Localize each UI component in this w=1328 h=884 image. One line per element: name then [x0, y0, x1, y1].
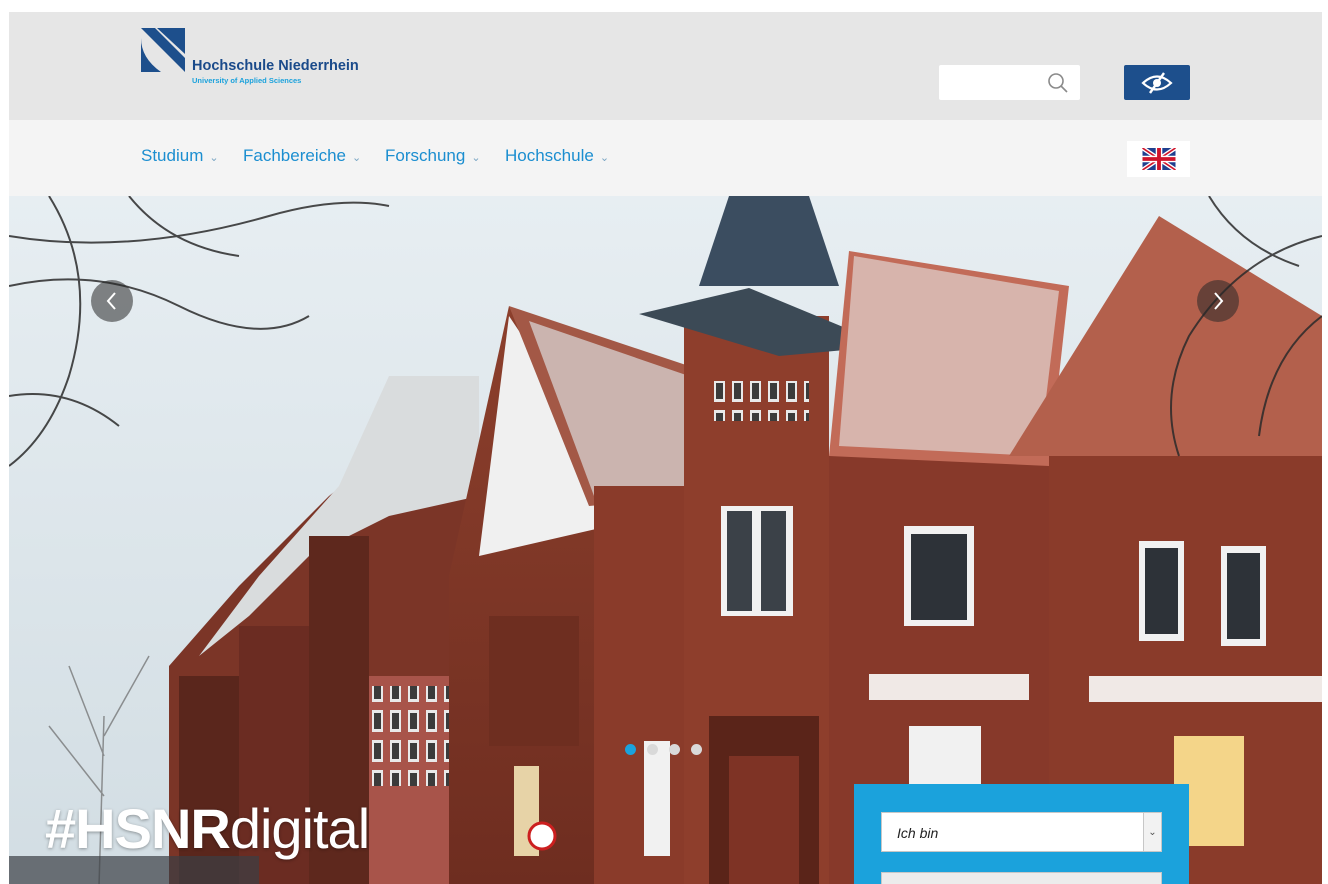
chevron-left-icon [106, 292, 116, 310]
search-input[interactable] [939, 65, 1039, 100]
search-box [939, 65, 1080, 100]
carousel-dot-2[interactable] [647, 744, 658, 755]
carousel-next-button[interactable] [1197, 280, 1239, 322]
carousel-indicators [625, 744, 702, 755]
nav-item-studium[interactable]: Studium ⌄ [141, 146, 219, 166]
nav-item-label: Forschung [385, 146, 466, 165]
carousel-prev-button[interactable] [91, 280, 133, 322]
nav-item-label: Fachbereiche [243, 146, 347, 165]
logo-mark-icon [141, 28, 185, 72]
hashtag-bold: #HSNR [45, 797, 231, 860]
chevron-right-icon [1214, 292, 1224, 310]
chevron-down-icon: ⌄ [599, 151, 610, 164]
hero-hashtag: #HSNRdigital [45, 796, 370, 861]
target-group-select[interactable]: Ich bin ⌄ [881, 812, 1162, 852]
chevron-down-icon: ⌄ [471, 151, 481, 164]
second-select[interactable] [881, 872, 1162, 884]
main-nav: Studium ⌄ Fachbereiche ⌄ Forschung ⌄ Hoc… [9, 120, 1322, 196]
nav-item-forschung[interactable]: Forschung ⌄ [385, 146, 481, 166]
nav-item-hochschule[interactable]: Hochschule ⌄ [505, 146, 609, 166]
logo-subtitle: University of Applied Sciences [192, 76, 302, 85]
page: Hochschule Niederrhein University of App… [9, 12, 1322, 884]
search-icon[interactable] [1046, 71, 1070, 95]
accessibility-button[interactable] [1124, 65, 1190, 100]
chevron-down-icon: ⌄ [1143, 813, 1161, 851]
nav-item-label: Hochschule [505, 146, 594, 165]
header-top: Hochschule Niederrhein University of App… [9, 12, 1322, 120]
chevron-down-icon: ⌄ [209, 151, 219, 164]
hashtag-light: digital [229, 797, 370, 860]
logo-name: Hochschule Niederrhein [192, 58, 359, 74]
chevron-down-icon: ⌄ [352, 151, 362, 164]
logo[interactable]: Hochschule Niederrhein University of App… [141, 28, 381, 85]
eye-slash-icon [1141, 71, 1173, 94]
select-value: Ich bin [897, 825, 939, 841]
uk-flag-icon [1141, 148, 1176, 170]
carousel-dot-1[interactable] [625, 744, 636, 755]
nav-item-label: Studium [141, 146, 204, 165]
nav-item-fachbereiche[interactable]: Fachbereiche ⌄ [243, 146, 361, 166]
target-group-finder: Ich bin ⌄ [854, 784, 1189, 884]
hero-carousel: #HSNRdigital Ich bin ⌄ [9, 196, 1322, 884]
carousel-dot-3[interactable] [669, 744, 680, 755]
hero-image [9, 196, 1322, 884]
language-switch-button[interactable] [1127, 141, 1190, 177]
carousel-dot-4[interactable] [691, 744, 702, 755]
